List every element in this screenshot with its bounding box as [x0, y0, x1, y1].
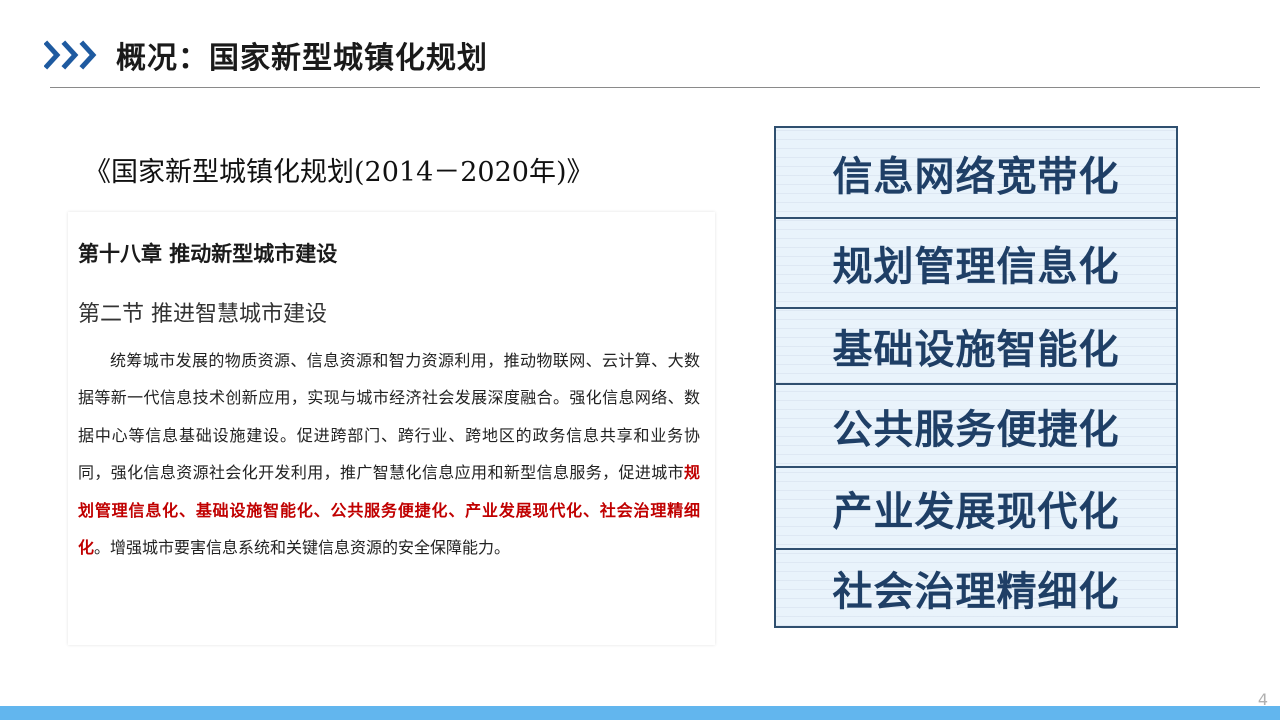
- goal-box-public-services: 公共服务便捷化: [776, 385, 1176, 468]
- slide-title: 概况：国家新型城镇化规划: [116, 41, 488, 76]
- document-title: 《国家新型城镇化规划(2014－2020年)》: [84, 157, 594, 188]
- paragraph-text-after: 。增强城市要害信息系统和关键信息资源的安全保障能力。: [94, 538, 511, 558]
- excerpt-paragraph: 统筹城市发展的物质资源、信息资源和智力资源利用，推动物联网、云计算、大数据等新一…: [78, 342, 700, 566]
- document-excerpt-panel: 第十八章 推动新型城市建设 第二节 推进智慧城市建设 统筹城市发展的物质资源、信…: [68, 212, 715, 645]
- goal-box-governance: 社会治理精细化: [832, 569, 1120, 615]
- section-heading: 第二节 推进智慧城市建设: [78, 302, 327, 327]
- goal-box-broadband: 信息网络宽带化: [776, 128, 1176, 219]
- chapter-heading: 第十八章 推动新型城市建设: [78, 242, 338, 266]
- goal-box-industry: 产业发展现代化: [776, 468, 1176, 550]
- goal-box-infrastructure: 基础设施智能化: [776, 309, 1176, 385]
- goal-box-planning: 规划管理信息化: [776, 219, 1176, 309]
- footer-bar: [0, 706, 1280, 720]
- goals-box-list: 信息网络宽带化 规划管理信息化 基础设施智能化 公共服务便捷化 产业发展现代化 …: [774, 126, 1178, 628]
- chevron-triple-right-icon: [44, 40, 97, 70]
- title-divider: [50, 87, 1260, 88]
- page-number: 4: [1257, 690, 1268, 709]
- paragraph-text-before: 统筹城市发展的物质资源、信息资源和智力资源利用，推动物联网、云计算、大数据等新一…: [78, 351, 700, 483]
